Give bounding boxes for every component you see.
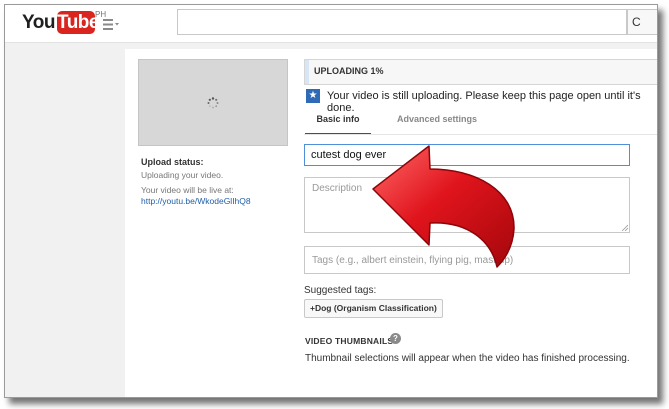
upload-progress-fill — [305, 60, 309, 84]
logo-region-label: PH — [95, 10, 107, 19]
video-url-link[interactable]: http://youtu.be/WkodeGlIhQ8 — [141, 196, 251, 206]
star-info-icon: ★ — [306, 89, 320, 103]
video-thumbnails-heading: VIDEO THUMBNAILS — [305, 336, 394, 346]
tabs-divider — [304, 134, 657, 135]
description-textarea[interactable]: Description — [304, 177, 630, 233]
upload-progress-bar: UPLOADING 1% — [304, 59, 657, 85]
logo-you-text[interactable]: You — [22, 12, 55, 34]
tab-advanced-settings[interactable]: Advanced settings — [397, 114, 477, 124]
tab-basic-info[interactable]: Basic info — [305, 114, 371, 135]
loading-spinner-icon — [207, 97, 219, 109]
top-bar: You Tube PH C — [5, 5, 657, 43]
live-at-text: Your video will be live at: — [141, 185, 234, 195]
thumbnails-note: Thumbnail selections will appear when th… — [305, 353, 630, 364]
tags-input[interactable]: Tags (e.g., albert einstein, flying pig,… — [304, 246, 630, 274]
video-thumbnail-placeholder — [138, 59, 288, 146]
tags-placeholder: Tags (e.g., albert einstein, flying pig,… — [312, 255, 514, 266]
help-icon[interactable]: ? — [390, 333, 401, 344]
upload-status-label: Upload status: — [141, 157, 204, 167]
description-placeholder: Description — [312, 183, 363, 194]
resize-grip-icon[interactable] — [621, 224, 628, 231]
uploading-text: Uploading your video. — [141, 170, 224, 180]
menu-icon[interactable] — [103, 19, 119, 30]
search-input[interactable] — [177, 9, 627, 35]
upload-progress-label: UPLOADING 1% — [314, 66, 384, 76]
suggested-tag-button[interactable]: +Dog (Organism Classification) — [304, 299, 443, 318]
search-button[interactable]: C — [627, 9, 657, 35]
screenshot-frame: You Tube PH C Upload status: Uploading y… — [4, 4, 658, 398]
upload-info-message: Your video is still uploading. Please ke… — [327, 90, 641, 114]
title-input[interactable]: cutest dog ever — [304, 144, 630, 166]
logo-tube-badge[interactable]: Tube — [57, 11, 99, 34]
suggested-tags-label: Suggested tags: — [304, 285, 377, 296]
